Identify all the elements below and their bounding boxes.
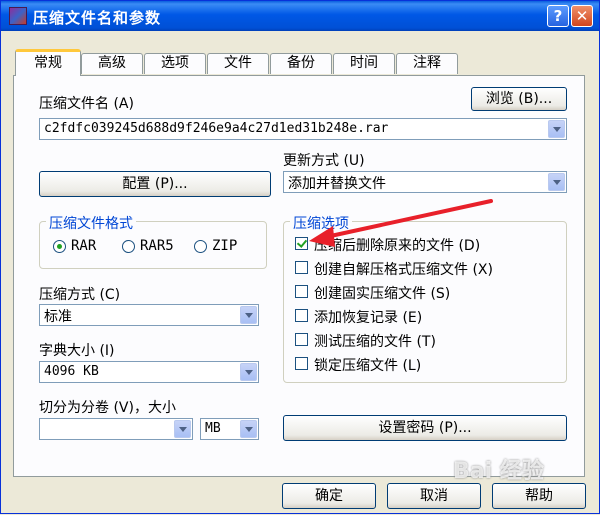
tab-comment[interactable]: 注释 bbox=[396, 53, 458, 74]
tab-time[interactable]: 时间 bbox=[333, 53, 395, 74]
tab-backup[interactable]: 备份 bbox=[270, 53, 332, 74]
option-label[interactable]: 添加恢复记录 (E) bbox=[314, 307, 422, 327]
update-mode-value: 添加并替换文件 bbox=[288, 176, 386, 192]
option-label[interactable]: 压缩后删除原来的文件 (D) bbox=[314, 235, 480, 255]
dictionary-size-value: 4096 KB bbox=[44, 364, 99, 379]
tab-files[interactable]: 文件 bbox=[207, 53, 269, 74]
title-bar[interactable]: 压缩文件名和参数 ? ✕ bbox=[1, 1, 599, 31]
compression-method-label: 压缩方式 (C) bbox=[39, 287, 121, 303]
browse-button[interactable]: 浏览 (B)... bbox=[471, 87, 567, 111]
option-checkbox[interactable] bbox=[295, 309, 308, 322]
radio-zip[interactable] bbox=[194, 240, 207, 253]
cancel-button[interactable]: 取消 bbox=[387, 483, 481, 509]
dictionary-size-select[interactable]: 4096 KB bbox=[39, 361, 259, 383]
chevron-down-icon[interactable] bbox=[548, 173, 565, 191]
option-label[interactable]: 测试压缩的文件 (T) bbox=[314, 331, 436, 351]
split-size-combo[interactable] bbox=[39, 418, 193, 440]
option-checkbox[interactable] bbox=[295, 237, 308, 250]
radio-rar[interactable] bbox=[53, 240, 66, 253]
tab-general[interactable]: 常规 bbox=[15, 49, 81, 76]
split-volumes-label: 切分为分卷 (V)，大小 bbox=[39, 400, 176, 416]
chevron-down-icon[interactable] bbox=[240, 363, 257, 381]
radio-rar-label[interactable]: RAR bbox=[71, 238, 96, 254]
compression-method-select[interactable]: 标准 bbox=[39, 304, 259, 326]
set-password-button[interactable]: 设置密码 (P)... bbox=[283, 415, 567, 441]
radio-rar5-label[interactable]: RAR5 bbox=[140, 238, 174, 254]
help-button[interactable]: 帮助 bbox=[492, 483, 586, 509]
window-title: 压缩文件名和参数 bbox=[33, 9, 162, 27]
chevron-down-icon[interactable] bbox=[240, 306, 257, 324]
chevron-down-icon[interactable] bbox=[240, 420, 257, 438]
update-mode-label: 更新方式 (U) bbox=[283, 153, 365, 169]
profiles-button[interactable]: 配置 (P)... bbox=[39, 171, 271, 197]
split-unit-value: MB bbox=[205, 421, 221, 436]
ok-button[interactable]: 确定 bbox=[282, 483, 376, 509]
chevron-down-icon[interactable] bbox=[174, 420, 191, 438]
option-checkbox[interactable] bbox=[295, 261, 308, 274]
update-mode-select[interactable]: 添加并替换文件 bbox=[283, 171, 567, 193]
archive-name-value: c2fdfc039245d688d9f246e9a4c27d1ed31b248e… bbox=[44, 121, 389, 136]
help-title-button[interactable]: ? bbox=[547, 5, 569, 27]
option-label[interactable]: 创建固实压缩文件 (S) bbox=[314, 283, 450, 303]
chevron-down-icon[interactable] bbox=[548, 120, 565, 138]
archive-options-title: 压缩选项 bbox=[290, 213, 352, 233]
tab-options[interactable]: 选项 bbox=[144, 53, 206, 74]
archive-name-combo[interactable]: c2fdfc039245d688d9f246e9a4c27d1ed31b248e… bbox=[39, 118, 567, 140]
option-checkbox[interactable] bbox=[295, 333, 308, 346]
dictionary-size-label: 字典大小 (I) bbox=[39, 343, 115, 359]
option-label[interactable]: 创建自解压格式压缩文件 (X) bbox=[314, 259, 493, 279]
dialog-window: 压缩文件名和参数 ? ✕ 常规 高级 选项 文件 备份 时间 注释 压缩文件名 … bbox=[0, 0, 600, 514]
close-button[interactable]: ✕ bbox=[571, 5, 593, 27]
tab-advanced[interactable]: 高级 bbox=[81, 53, 143, 74]
radio-zip-label[interactable]: ZIP bbox=[212, 238, 237, 254]
split-unit-select[interactable]: MB bbox=[200, 418, 259, 440]
baidu-watermark: Bai 经验 bbox=[453, 459, 544, 484]
option-checkbox[interactable] bbox=[295, 357, 308, 370]
option-checkbox[interactable] bbox=[295, 285, 308, 298]
option-label[interactable]: 锁定压缩文件 (L) bbox=[314, 355, 421, 375]
winrar-icon bbox=[9, 7, 27, 25]
compression-method-value: 标准 bbox=[44, 309, 72, 325]
archive-format-title: 压缩文件格式 bbox=[46, 213, 136, 233]
radio-rar5[interactable] bbox=[122, 240, 135, 253]
archive-name-label: 压缩文件名 (A) bbox=[39, 96, 134, 112]
